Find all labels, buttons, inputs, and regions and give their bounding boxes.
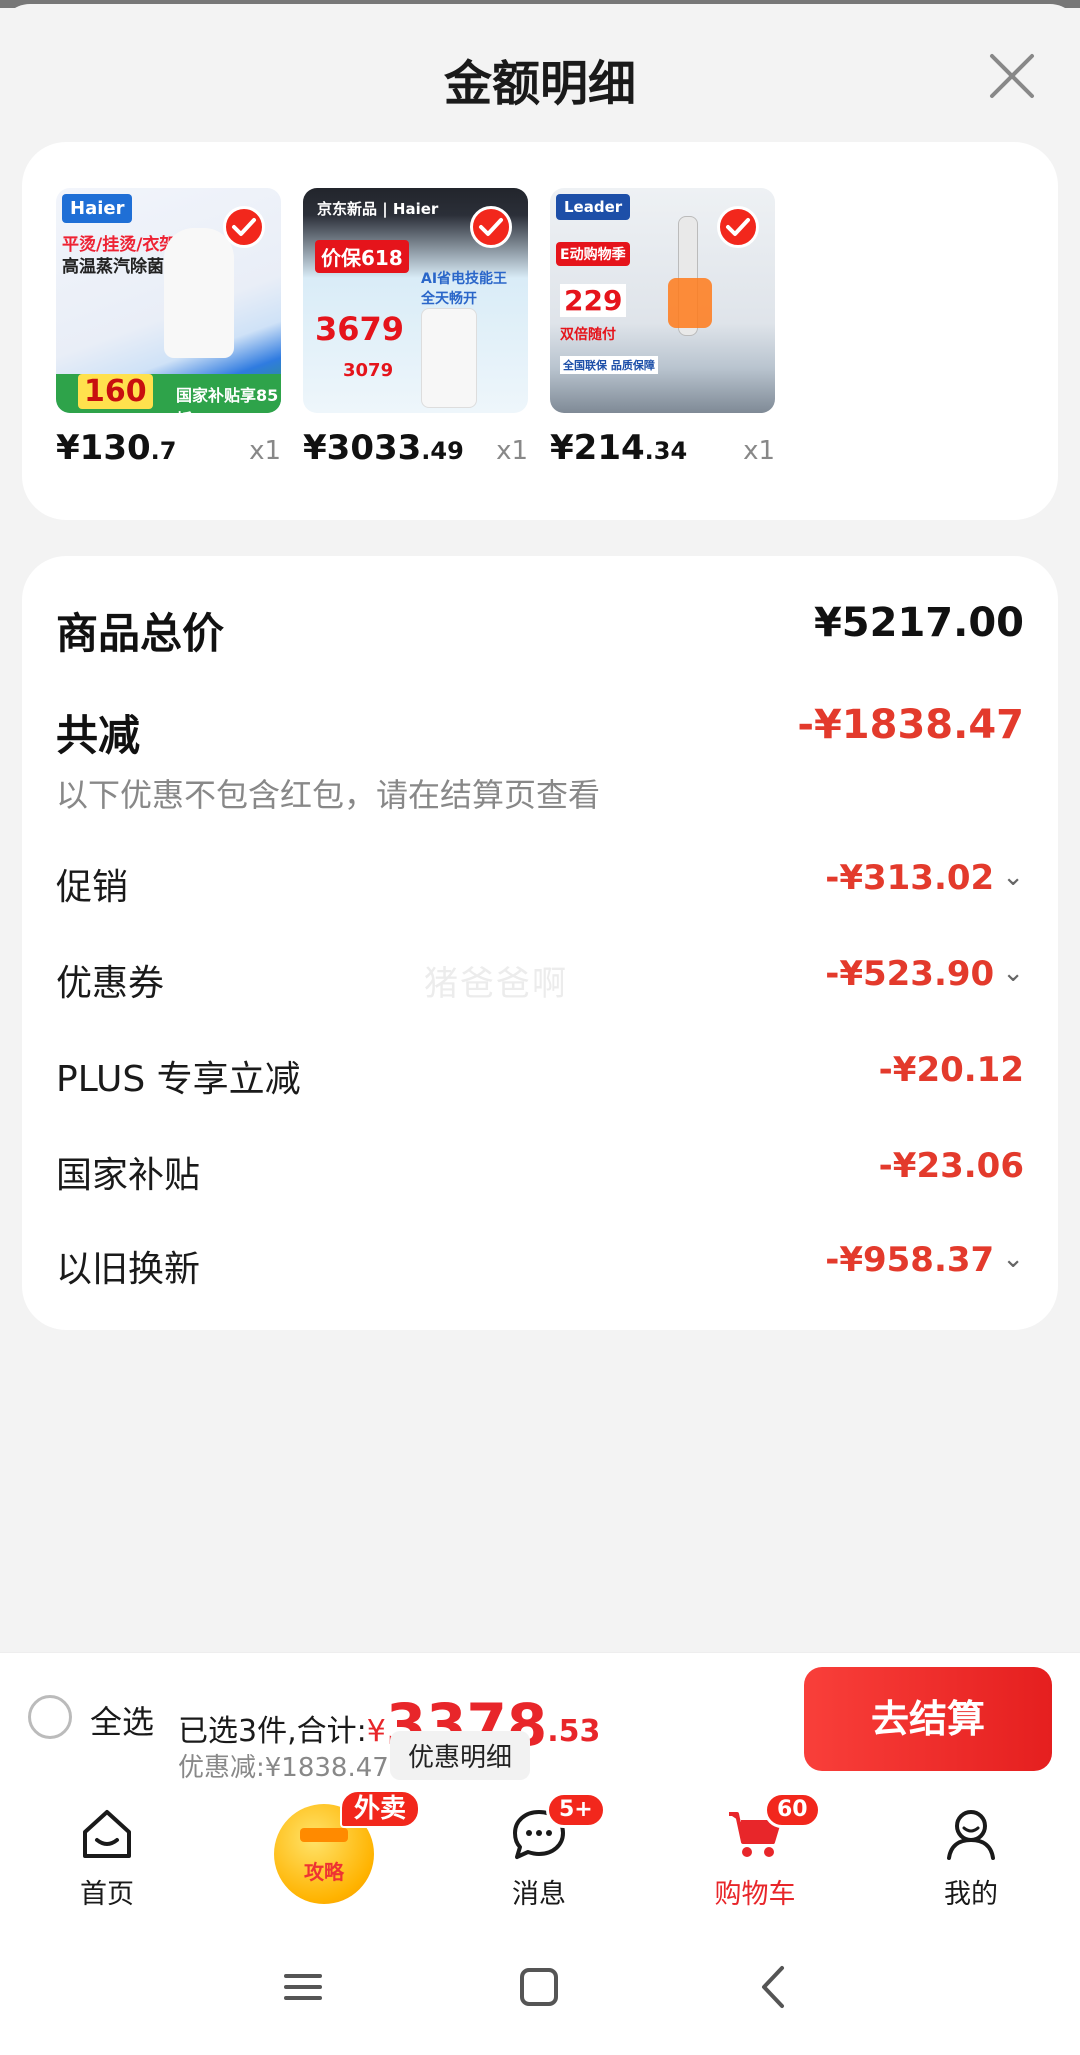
tab-mine-label: 我的 — [944, 1879, 998, 1910]
product-quantity: x1 — [249, 436, 281, 466]
check-icon — [479, 218, 503, 236]
selected-check[interactable] — [470, 206, 512, 248]
total-reduction-label: 共减 — [56, 711, 141, 760]
tab-home[interactable]: 首页 — [32, 1784, 182, 1922]
promotion-value-wrap: -¥313.02 ⌄ — [825, 858, 1024, 898]
coupon-value-wrap: -¥523.90 ⌄ — [825, 954, 1024, 994]
product-thumbnail[interactable]: Haier 平烫/挂烫/衣架 高温蒸汽除菌 160 国家补贴享85折 — [56, 188, 281, 413]
national-subsidy-label: 国家补贴 — [56, 1155, 201, 1196]
product-thumbnail[interactable]: 京东新品 | Haier 价保618 AI省电技能王 全天畅开 3679 307… — [303, 188, 528, 413]
promo-guide-label: 攻略 — [304, 1860, 344, 1884]
selected-check[interactable] — [223, 206, 265, 248]
amount-detail-sheet: 金额明细 Haier 平烫/挂烫/衣架 高温蒸汽除菌 160 国家补贴享85折 — [0, 4, 1080, 1656]
currency-symbol: ¥ — [366, 1714, 386, 1749]
promotion-value: -¥313.02 — [825, 858, 995, 898]
tab-home-label: 首页 — [80, 1879, 134, 1910]
product-price: ¥3033.49 — [303, 428, 464, 468]
select-all-label[interactable]: 全选 — [90, 1697, 154, 1743]
gift-lid-icon — [300, 1828, 348, 1842]
back-icon[interactable] — [750, 1962, 800, 2012]
product-brand: Leader — [556, 194, 631, 220]
system-nav-bar — [0, 1922, 1080, 2055]
tab-cart[interactable]: 60 购物车 — [680, 1784, 830, 1922]
close-button[interactable] — [984, 48, 1040, 104]
cart-badge: 60 — [764, 1792, 821, 1828]
product-thumb-price: 3679 — [315, 310, 405, 348]
product-figure — [421, 308, 477, 408]
bottom-tab-bar: 首页 攻略 外卖 5+ 消息 60 购物车 我的 — [0, 1784, 1080, 1922]
product-brand: Haier — [62, 194, 133, 223]
home-icon — [83, 1810, 131, 1858]
product-thumbnail[interactable]: Leader E动购物季 229 双倍随付 全国联保 品质保障 — [550, 188, 775, 413]
chevron-down-icon[interactable]: ⌄ — [1002, 862, 1024, 892]
trade-in-label: 以旧换新 — [56, 1249, 201, 1290]
plus-discount-value: -¥20.12 — [878, 1050, 1024, 1090]
checkout-button[interactable]: 去结算 — [804, 1667, 1052, 1771]
trade-in-value-wrap: -¥958.37 ⌄ — [825, 1240, 1024, 1280]
coupon-value: -¥523.90 — [825, 954, 995, 994]
promotion-label: 促销 — [56, 867, 129, 908]
tab-cart-label: 购物车 — [714, 1879, 796, 1910]
product-thumb-price: 160 — [78, 374, 153, 409]
messages-badge: 5+ — [546, 1792, 606, 1828]
product-thumb-line2: 双倍随付 — [560, 327, 616, 343]
sheet-header: 金额明细 — [0, 4, 1080, 144]
total-amount-decimal: .53 — [547, 1714, 601, 1749]
product-thumb-promo: 全国联保 品质保障 — [560, 356, 658, 374]
product-thumb-line1: E动购物季 — [556, 242, 630, 266]
product-thumb-line1: 价保618 — [315, 240, 409, 273]
watermark: 猪爸爸啊 — [424, 964, 568, 1004]
tab-mine[interactable]: 我的 — [896, 1784, 1046, 1922]
plus-discount-label: PLUS 专享立减 — [56, 1059, 301, 1100]
total-price-label: 商品总价 — [56, 609, 225, 658]
product-brand: 京东新品 | Haier — [317, 200, 439, 218]
takeout-badge[interactable]: 外卖 — [340, 1790, 421, 1828]
tab-messages-label: 消息 — [512, 1879, 566, 1910]
national-subsidy-value: -¥23.06 — [878, 1146, 1024, 1186]
chevron-down-icon[interactable]: ⌄ — [1002, 958, 1024, 988]
discount-detail-button[interactable]: 优惠明细 — [390, 1731, 531, 1780]
select-all-radio[interactable] — [28, 1695, 72, 1739]
selected-check[interactable] — [717, 206, 759, 248]
product-price: ¥214.34 — [550, 428, 688, 468]
close-icon — [990, 54, 1034, 98]
product-thumb-line2: AI省电技能王 全天畅开 — [421, 271, 508, 307]
discount-note: 以下优惠不包含红包，请在结算页查看 — [56, 776, 601, 814]
product-price: ¥130.7 — [56, 428, 177, 468]
discount-amount: 优惠减:¥1838.47 — [178, 1753, 389, 1783]
product-quantity: x1 — [496, 436, 528, 466]
product-thumb-price: 229 — [560, 284, 627, 317]
amount-summary-card: 商品总价 ¥5217.00 共减 -¥1838.47 以下优惠不包含红包，请在结… — [22, 556, 1058, 1330]
products-card: Haier 平烫/挂烫/衣架 高温蒸汽除菌 160 国家补贴享85折 ¥130.… — [22, 142, 1058, 520]
checkout-bar: 全选 已选3件,合计:¥3378.53 优惠减:¥1838.47 优惠明细 去结… — [0, 1652, 1080, 1784]
page-title: 金额明细 — [443, 56, 636, 112]
product-thumb-line2: 高温蒸汽除菌 — [62, 257, 164, 277]
square-icon[interactable] — [514, 1962, 564, 2012]
menu-icon[interactable] — [278, 1962, 328, 2012]
selected-count-text: 已选3件,合计: — [178, 1714, 367, 1749]
total-reduction-value: -¥1838.47 — [797, 702, 1024, 748]
trade-in-value: -¥958.37 — [825, 1240, 995, 1280]
product-figure — [164, 228, 234, 358]
chevron-down-icon[interactable]: ⌄ — [1002, 1244, 1024, 1274]
check-icon — [726, 218, 750, 236]
tab-messages[interactable]: 5+ 消息 — [464, 1784, 614, 1922]
person-icon — [947, 1810, 995, 1860]
check-icon — [232, 218, 256, 236]
product-quantity: x1 — [743, 436, 775, 466]
product-thumb-promo: 国家补贴享85折 — [176, 386, 279, 413]
product-thumb-promo: 3079 — [343, 360, 394, 381]
coupon-label: 优惠券 — [56, 963, 165, 1004]
product-figure-glow — [668, 278, 712, 328]
total-price-value: ¥5217.00 — [813, 600, 1024, 646]
